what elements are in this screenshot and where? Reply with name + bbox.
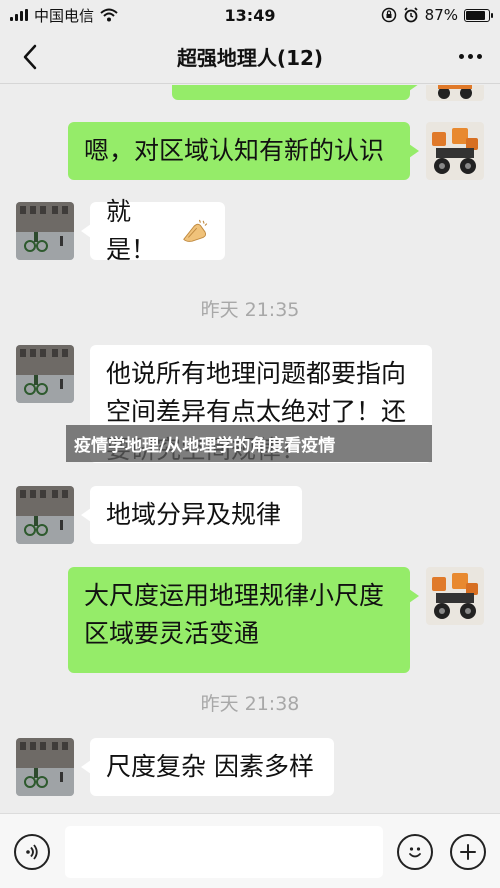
plus-button[interactable] bbox=[450, 834, 486, 870]
overlay-caption: 疫情学地理/从地理学的角度看疫情 bbox=[66, 425, 432, 462]
status-right: 87% bbox=[320, 6, 493, 24]
message-bubble[interactable]: 尺度复杂 因素多样 bbox=[81, 738, 334, 796]
message-bubble[interactable]: 嗯，对区域认知有新的认识 bbox=[68, 122, 419, 180]
status-bar: 中国电信 13:49 87% bbox=[0, 0, 500, 30]
signal-icon bbox=[10, 9, 28, 21]
robot-toy-image bbox=[426, 567, 484, 625]
carrier-label: 中国电信 bbox=[34, 6, 95, 25]
plus-icon bbox=[460, 844, 476, 860]
voice-icon bbox=[26, 844, 38, 860]
timestamp: 昨天 21:38 bbox=[200, 693, 300, 715]
overlay-caption-text: 疫情学地理/从地理学的角度看疫情 bbox=[74, 436, 336, 456]
street-cyclist-image bbox=[16, 345, 74, 403]
street-cyclist-image bbox=[16, 738, 74, 796]
message-bubble-partial bbox=[172, 85, 419, 100]
more-dot bbox=[476, 54, 482, 59]
chat-title: 超强地理人(12) bbox=[176, 46, 324, 70]
input-bar bbox=[0, 813, 500, 888]
voice-button[interactable] bbox=[14, 834, 50, 870]
message-bubble[interactable]: 就是！ bbox=[81, 197, 225, 264]
message-text: 就是！ bbox=[106, 197, 157, 264]
nav-bar: 超强地理人(12) bbox=[0, 30, 500, 84]
member-avatar[interactable] bbox=[16, 486, 74, 544]
battery-fill bbox=[466, 10, 486, 20]
robot-toy-image bbox=[426, 85, 484, 101]
rotation-lock-icon bbox=[381, 7, 396, 23]
member-avatar[interactable] bbox=[16, 345, 74, 403]
status-left: 中国电信 bbox=[10, 5, 180, 26]
member-avatar[interactable] bbox=[16, 738, 74, 796]
applause-emoji-icon bbox=[183, 219, 208, 242]
message-bubble[interactable]: 大尺度运用地理规律小尺度区域要灵活变通 bbox=[68, 567, 419, 673]
street-cyclist-image bbox=[16, 202, 74, 260]
more-dot bbox=[458, 54, 464, 59]
emoji-icon bbox=[409, 847, 421, 858]
status-time: 13:49 bbox=[224, 5, 276, 25]
my-avatar[interactable] bbox=[426, 122, 484, 180]
more-button[interactable] bbox=[440, 30, 500, 84]
member-avatar[interactable] bbox=[16, 202, 74, 260]
alarm-icon bbox=[404, 7, 418, 23]
wifi-icon bbox=[100, 8, 118, 22]
chevron-left-icon bbox=[23, 44, 37, 69]
timestamp: 昨天 21:35 bbox=[200, 299, 300, 321]
message-input[interactable] bbox=[65, 826, 383, 878]
battery-percent: 87% bbox=[424, 6, 458, 24]
message-bubble[interactable]: 地域分异及规律 bbox=[81, 486, 302, 544]
emoji-button[interactable] bbox=[397, 834, 433, 870]
my-avatar-partial[interactable] bbox=[426, 85, 484, 101]
back-button[interactable] bbox=[0, 30, 60, 84]
street-cyclist-image bbox=[16, 486, 74, 544]
more-dot bbox=[467, 54, 473, 59]
my-avatar[interactable] bbox=[426, 567, 484, 625]
battery-icon bbox=[464, 8, 493, 22]
robot-toy-image bbox=[426, 122, 484, 180]
